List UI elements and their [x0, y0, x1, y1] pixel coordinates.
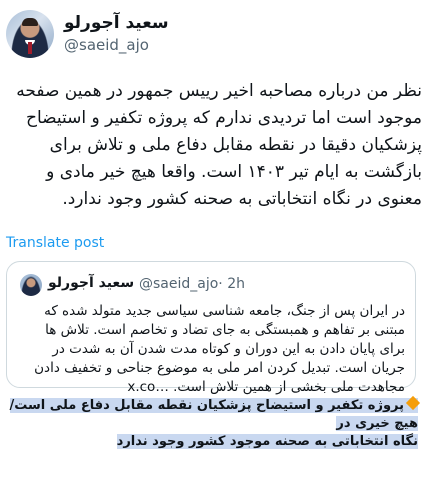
orange-diamond-icon	[405, 395, 421, 411]
highlight-line-1-text: پروژه تکفیر و استیضاح پزشکیان نقطه مقابل…	[9, 398, 418, 431]
quote-author-name: سعید آجورلو	[48, 275, 135, 291]
tweet-body: نظر من درباره مصاحبه اخیر رییس جمهور در …	[16, 81, 422, 209]
quote-author-handle: @saeid_ajo· 2h	[139, 276, 245, 292]
quote-handle-text: @saeid_ajo	[139, 276, 219, 292]
author-handle[interactable]: @saeid_ajo	[64, 36, 149, 54]
translate-post-link[interactable]: Translate post	[6, 235, 104, 251]
highlight-line-2: نگاه انتخاباتی به صحنه موجود کشور وجود ن…	[116, 434, 418, 449]
quote-time: · 2h	[218, 276, 245, 292]
quote-body: در ایران پس از جنگ، جامعه شناسی سیاسی جد…	[34, 303, 405, 395]
author-avatar[interactable]	[6, 10, 54, 58]
quote-author-avatar	[20, 274, 42, 296]
highlight-line-1: پروژه تکفیر و استیضاح پزشکیان نقطه مقابل…	[9, 395, 421, 431]
avatar-hair	[22, 18, 38, 26]
highlight-caption: پروژه تکفیر و استیضاح پزشکیان نقطه مقابل…	[6, 395, 421, 451]
author-display-name[interactable]: سعید آجورلو	[64, 13, 169, 33]
quoted-tweet[interactable]: سعید آجورلو @saeid_ajo· 2h در ایران پس ا…	[6, 261, 416, 395]
avatar-tie	[28, 42, 32, 54]
tweet-header: سعید آجورلو @saeid_ajo	[0, 10, 427, 60]
